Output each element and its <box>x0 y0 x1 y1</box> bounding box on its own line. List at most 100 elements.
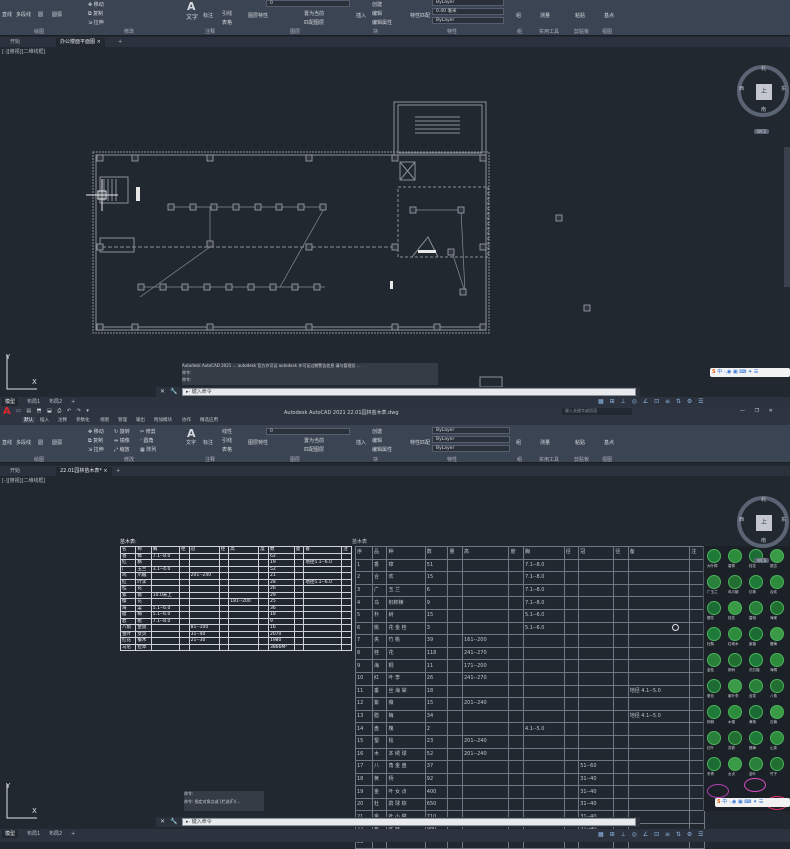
search-box[interactable]: 键入关键字或短语 <box>562 408 632 415</box>
copy-button[interactable]: ⧉ 复制 <box>88 10 103 17</box>
new-tab-button[interactable]: + <box>112 467 124 476</box>
ribbon-tab[interactable]: 输出 <box>136 417 145 423</box>
tab-document[interactable]: 办公楼面平面图 × <box>56 38 105 47</box>
match-props-button[interactable]: 特性匹配 <box>410 12 430 19</box>
ribbon-tab[interactable]: 视图 <box>100 417 109 423</box>
panel-draw-label[interactable]: 绘图 <box>34 28 44 35</box>
line-button[interactable]: 直线 <box>2 439 12 446</box>
polyline-button[interactable]: 多段线 <box>16 439 31 446</box>
base-button[interactable]: 基点 <box>604 12 614 19</box>
leader-button[interactable]: 引线 <box>222 437 232 444</box>
panel-clipboard-label[interactable]: 剪贴板 <box>574 28 589 35</box>
plant-symbol-icon[interactable] <box>770 549 784 563</box>
plant-symbol-icon[interactable] <box>728 575 742 589</box>
command-input[interactable]: ▸· 键入命令 <box>182 388 636 396</box>
base-button[interactable]: 基点 <box>604 439 614 446</box>
close-command-icon[interactable]: ✕ <box>160 818 165 825</box>
panel-view-label[interactable]: 视图 <box>602 28 612 35</box>
lineweight-combo[interactable]: 0.40 毫米 <box>432 8 504 15</box>
top-viewcube[interactable]: 上 北 南 西 东 <box>737 65 789 117</box>
copy-button[interactable]: ⧉ 复制 <box>88 437 103 444</box>
close-command-icon[interactable]: ✕ <box>160 388 165 395</box>
layer-props-button[interactable]: 图层特性 <box>248 12 268 19</box>
table-button[interactable]: 表格 <box>222 19 232 26</box>
bottom-drawing-canvas[interactable]: [-][俯视][二维线框] 苗木表: 名称胸径冠径高度数量备注香樟 7.1--8.… <box>0 476 790 849</box>
ribbon-tab[interactable]: 精选应用 <box>200 417 218 423</box>
ribbon-tab[interactable]: 协作 <box>182 417 191 423</box>
plant-symbol-icon[interactable] <box>707 731 721 745</box>
ribbon-tab[interactable]: 附加模块 <box>154 417 172 423</box>
measure-button[interactable]: 测量 <box>540 439 550 446</box>
insert-button[interactable]: 插入 <box>356 12 366 19</box>
paste-button[interactable]: 粘贴 <box>575 439 585 446</box>
viewcube-north[interactable]: 北 <box>761 496 766 503</box>
panel-block-label[interactable]: 块 <box>373 28 378 35</box>
circle-button[interactable]: 圆 <box>38 11 43 18</box>
viewcube-south[interactable]: 南 <box>761 106 766 113</box>
plant-symbol-icon[interactable] <box>770 731 784 745</box>
plant-symbol-icon[interactable] <box>707 549 721 563</box>
add-layout-button[interactable]: + <box>68 830 78 838</box>
plant-symbol-icon[interactable] <box>707 627 721 641</box>
plant-symbol-icon[interactable] <box>770 757 784 771</box>
ribbon-tab[interactable]: 注释 <box>58 417 67 423</box>
layer-combo[interactable]: 0 <box>266 428 350 435</box>
viewport-label[interactable]: [-][俯视][二维线框] <box>2 477 46 484</box>
close-icon[interactable]: × <box>97 39 101 45</box>
viewcube-east[interactable]: 东 <box>781 516 786 523</box>
plant-symbol-icon[interactable] <box>707 601 721 615</box>
plant-symbol-icon[interactable] <box>728 679 742 693</box>
plant-symbol-icon[interactable] <box>770 653 784 667</box>
status-tab-layout2[interactable]: 布局2 <box>46 398 65 406</box>
panel-properties-label[interactable]: 特性 <box>447 28 457 35</box>
autocad-logo-icon[interactable]: A <box>3 406 11 417</box>
plant-symbol-icon[interactable] <box>728 627 742 641</box>
group-button[interactable]: 组 <box>516 439 521 446</box>
panel-block-label[interactable]: 块 <box>373 456 378 463</box>
layer-combo[interactable]: 0 <box>266 0 350 7</box>
panel-layers-label[interactable]: 图层 <box>290 28 300 35</box>
plant-symbol-icon[interactable] <box>749 731 763 745</box>
ribbon-tab[interactable]: 默认 <box>22 417 35 423</box>
plant-symbol-icon[interactable] <box>770 705 784 719</box>
panel-layers-label[interactable]: 图层 <box>290 456 300 463</box>
wrench-icon[interactable]: 🔧 <box>170 818 177 825</box>
circle-button[interactable]: 圆 <box>38 439 43 446</box>
status-toggles[interactable]: ▦ ⊞ ⊥ ◎ ∠ ⊡ ≡ ⇅ ⚙ ☰ <box>598 398 706 405</box>
create-button[interactable]: 创建 <box>372 1 382 8</box>
fillet-button[interactable]: ◜ 圆角 <box>140 437 154 444</box>
move-button[interactable]: ✥ 移动 <box>88 1 104 8</box>
panel-groups-label[interactable]: 组 <box>517 456 522 463</box>
plant-symbol-icon[interactable] <box>707 757 721 771</box>
new-tab-button[interactable]: + <box>114 38 126 47</box>
plant-symbol-icon[interactable] <box>728 549 742 563</box>
stretch-button[interactable]: ⇲ 拉伸 <box>88 19 104 26</box>
plant-symbol-icon[interactable] <box>749 679 763 693</box>
window-controls[interactable]: — ❐ ✕ <box>740 408 777 414</box>
tab-document[interactable]: 22.01园林苗木表* × <box>56 467 112 476</box>
panel-annotation-label[interactable]: 注释 <box>205 456 215 463</box>
layer-props-button[interactable]: 图层特性 <box>248 439 268 446</box>
insert-button[interactable]: 插入 <box>356 439 366 446</box>
group-button[interactable]: 组 <box>516 12 521 19</box>
plant-symbol-icon[interactable] <box>749 601 763 615</box>
ribbon-tab[interactable]: 插入 <box>40 417 49 423</box>
plant-symbol-icon[interactable] <box>770 627 784 641</box>
match-layer-button[interactable]: 匹配图层 <box>304 19 324 26</box>
plant-symbol-icon[interactable] <box>728 731 742 745</box>
status-tab-layout1[interactable]: 布局1 <box>24 398 43 406</box>
status-tab-model[interactable]: 模型 <box>2 830 19 838</box>
plant-symbol-icon[interactable] <box>770 601 784 615</box>
top-drawing-canvas[interactable]: [-][俯视][二维线框] 上 北 南 西 东 WCS Y X Autodesk… <box>0 47 790 390</box>
plant-symbol-icon[interactable] <box>728 601 742 615</box>
viewcube-west[interactable]: 西 <box>739 85 744 92</box>
create-button[interactable]: 创建 <box>372 428 382 435</box>
viewcube-east[interactable]: 东 <box>781 85 786 92</box>
plant-symbol-icon[interactable] <box>707 575 721 589</box>
status-toggles[interactable]: ▦ ⊞ ⊥ ◎ ∠ ⊡ ≡ ⇅ ⚙ ☰ <box>598 831 706 838</box>
tab-start[interactable]: 开始 <box>6 467 24 476</box>
panel-annotation-label[interactable]: 注释 <box>205 28 215 35</box>
array-button[interactable]: ▦ 阵列 <box>140 446 156 453</box>
wcs-menu[interactable]: WCS <box>754 129 770 134</box>
table-button[interactable]: 表格 <box>222 446 232 453</box>
